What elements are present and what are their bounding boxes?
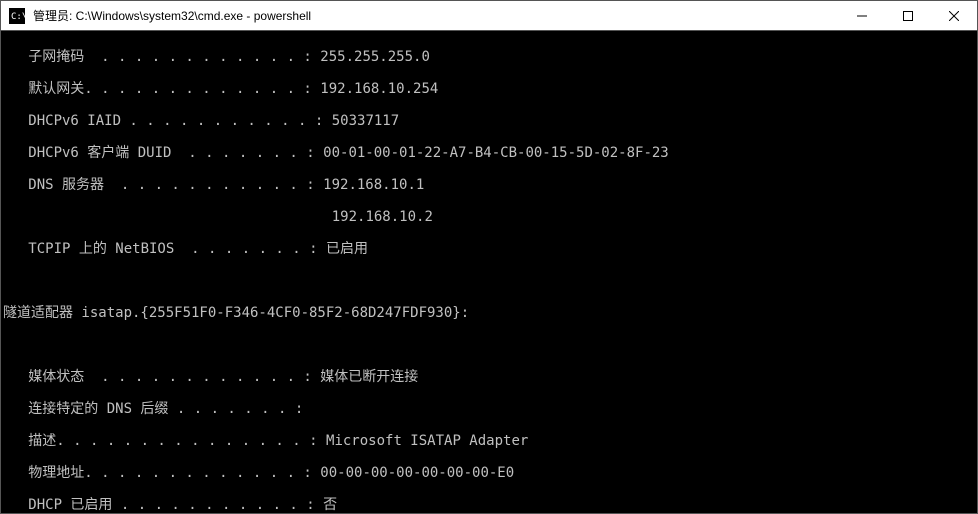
line-subnet: 子网掩码 . . . . . . . . . . . . : 255.255.2… <box>3 49 975 65</box>
svg-text:C:\: C:\ <box>11 12 25 22</box>
tunnel-header: 隧道适配器 isatap.{255F51F0-F346-4CF0-85F2-68… <box>3 305 975 321</box>
terminal-output[interactable]: 子网掩码 . . . . . . . . . . . . : 255.255.2… <box>1 31 977 513</box>
line-suffix: 连接特定的 DNS 后缀 . . . . . . . : <box>3 401 975 417</box>
maximize-button[interactable] <box>885 1 931 30</box>
line-netbios: TCPIP 上的 NetBIOS . . . . . . . : 已启用 <box>3 241 975 257</box>
line-media: 媒体状态 . . . . . . . . . . . . : 媒体已断开连接 <box>3 369 975 385</box>
close-button[interactable] <box>931 1 977 30</box>
blank <box>3 273 975 289</box>
line-gateway: 默认网关. . . . . . . . . . . . . : 192.168.… <box>3 81 975 97</box>
line-desc: 描述. . . . . . . . . . . . . . . : Micros… <box>3 433 975 449</box>
minimize-button[interactable] <box>839 1 885 30</box>
line-iaid: DHCPv6 IAID . . . . . . . . . . . : 5033… <box>3 113 975 129</box>
titlebar[interactable]: C:\ 管理员: C:\Windows\system32\cmd.exe - p… <box>1 1 977 31</box>
line-phys: 物理地址. . . . . . . . . . . . . : 00-00-00… <box>3 465 975 481</box>
cmd-icon: C:\ <box>7 6 27 26</box>
line-dhcp: DHCP 已启用 . . . . . . . . . . . : 否 <box>3 497 975 513</box>
window-title: 管理员: C:\Windows\system32\cmd.exe - power… <box>33 7 839 24</box>
blank <box>3 337 975 353</box>
line-duid: DHCPv6 客户端 DUID . . . . . . . : 00-01-00… <box>3 145 975 161</box>
line-dns1: DNS 服务器 . . . . . . . . . . . : 192.168.… <box>3 177 975 193</box>
line-dns2: 192.168.10.2 <box>3 209 975 225</box>
